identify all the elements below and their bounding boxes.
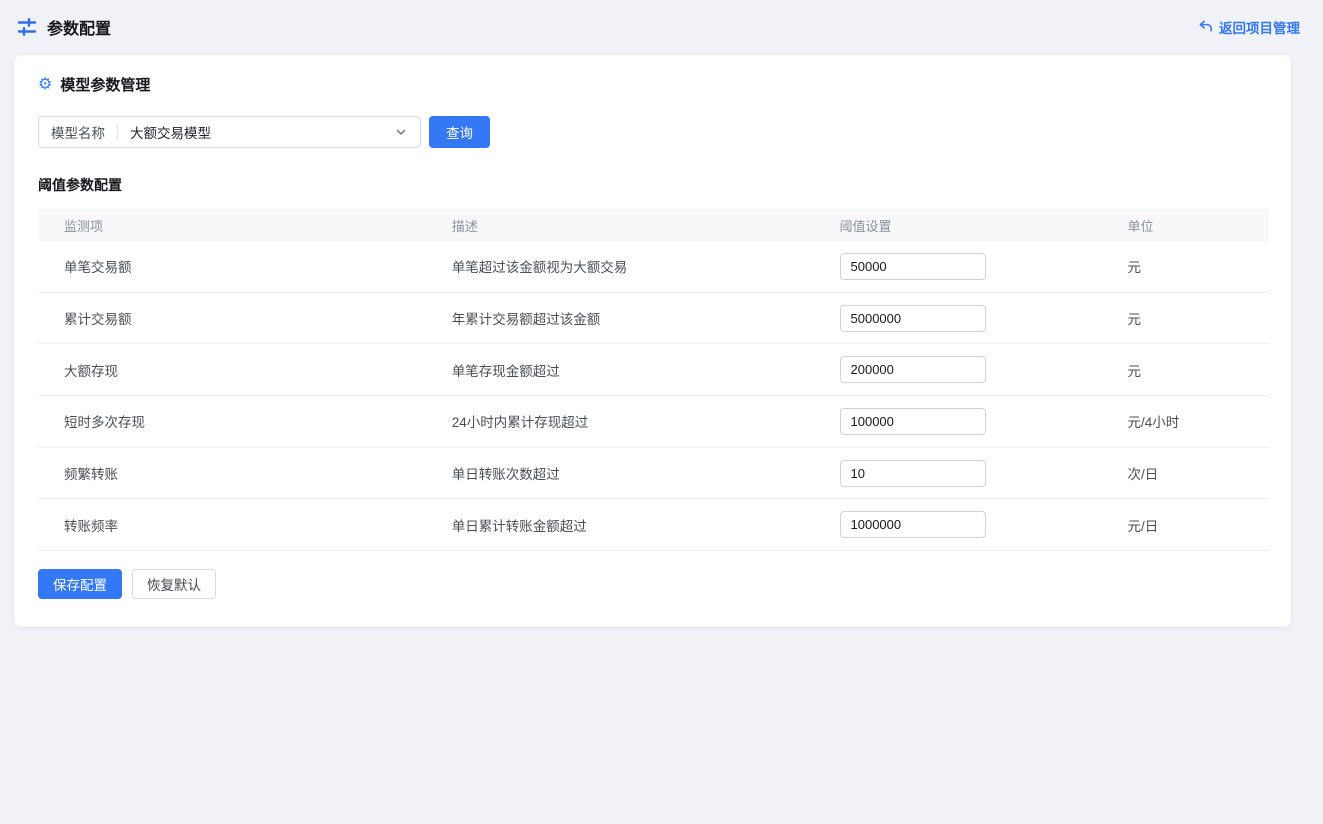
row-unit: 元 (1102, 256, 1269, 276)
row-item-label: 单笔交易额 (38, 256, 426, 276)
threshold-input[interactable] (840, 408, 986, 435)
table-row: 大额存现 单笔存现金额超过 元 (38, 344, 1269, 396)
query-button[interactable]: 查询 (429, 116, 490, 148)
row-unit: 元/日 (1102, 515, 1269, 535)
row-description: 年累计交易额超过该金额 (426, 308, 814, 328)
table-row: 短时多次存现 24小时内累计存现超过 元/4小时 (38, 396, 1269, 448)
model-parameters-card: ⚙ 模型参数管理 模型名称 大额交易模型 查询 阈值参数配置 监测项 描述 阈值… (14, 55, 1291, 627)
row-unit: 次/日 (1102, 463, 1269, 483)
panel-title-row: ⚙ 模型参数管理 (38, 74, 1267, 95)
col-header-threshold: 阈值设置 (814, 216, 1102, 235)
chevron-down-icon (394, 125, 420, 139)
table-row: 转账频率 单日累计转账金额超过 元/日 (38, 499, 1269, 551)
panel-title: 模型参数管理 (60, 74, 150, 95)
topbar: 参数配置 返回项目管理 (0, 0, 1323, 53)
col-header-unit: 单位 (1102, 216, 1269, 235)
row-description: 单日累计转账金额超过 (426, 515, 814, 535)
threshold-input[interactable] (840, 460, 986, 487)
col-header-desc: 描述 (426, 216, 814, 235)
threshold-section-title: 阈值参数配置 (38, 175, 1267, 195)
col-header-item: 监测项 (38, 216, 426, 235)
threshold-input[interactable] (840, 511, 986, 538)
row-item-label: 大额存现 (38, 360, 426, 380)
row-description: 24小时内累计存现超过 (426, 411, 814, 431)
threshold-input[interactable] (840, 305, 986, 332)
row-description: 单笔存现金额超过 (426, 360, 814, 380)
model-name-selected-value: 大额交易模型 (118, 122, 394, 142)
row-item-label: 短时多次存现 (38, 411, 426, 431)
model-name-label: 模型名称 (39, 122, 117, 142)
back-to-project-link[interactable]: 返回项目管理 (1198, 17, 1300, 37)
save-config-button[interactable]: 保存配置 (38, 569, 122, 599)
row-description: 单笔超过该金额视为大额交易 (426, 256, 814, 276)
row-unit: 元 (1102, 360, 1269, 380)
threshold-table: 监测项 描述 阈值设置 单位 单笔交易额 单笔超过该金额视为大额交易 元 累计交… (38, 209, 1269, 551)
query-row: 模型名称 大额交易模型 查询 (38, 116, 1267, 148)
table-header-row: 监测项 描述 阈值设置 单位 (38, 209, 1269, 241)
topbar-left: 参数配置 (16, 15, 111, 39)
undo-arrow-icon (1198, 19, 1213, 34)
table-row: 单笔交易额 单笔超过该金额视为大额交易 元 (38, 241, 1269, 293)
table-row: 累计交易额 年累计交易额超过该金额 元 (38, 293, 1269, 345)
back-link-label: 返回项目管理 (1219, 17, 1300, 37)
page-title: 参数配置 (47, 15, 111, 39)
row-unit: 元/4小时 (1102, 411, 1269, 431)
threshold-input[interactable] (840, 253, 986, 280)
model-name-select[interactable]: 模型名称 大额交易模型 (38, 116, 421, 148)
threshold-input[interactable] (840, 356, 986, 383)
sliders-icon (16, 16, 38, 38)
row-item-label: 累计交易额 (38, 308, 426, 328)
row-item-label: 频繁转账 (38, 463, 426, 483)
actions-row: 保存配置 恢复默认 (38, 569, 1267, 599)
table-row: 频繁转账 单日转账次数超过 次/日 (38, 448, 1269, 500)
row-description: 单日转账次数超过 (426, 463, 814, 483)
row-item-label: 转账频率 (38, 515, 426, 535)
restore-default-button[interactable]: 恢复默认 (132, 569, 216, 599)
row-unit: 元 (1102, 308, 1269, 328)
gear-icon: ⚙ (38, 77, 52, 93)
